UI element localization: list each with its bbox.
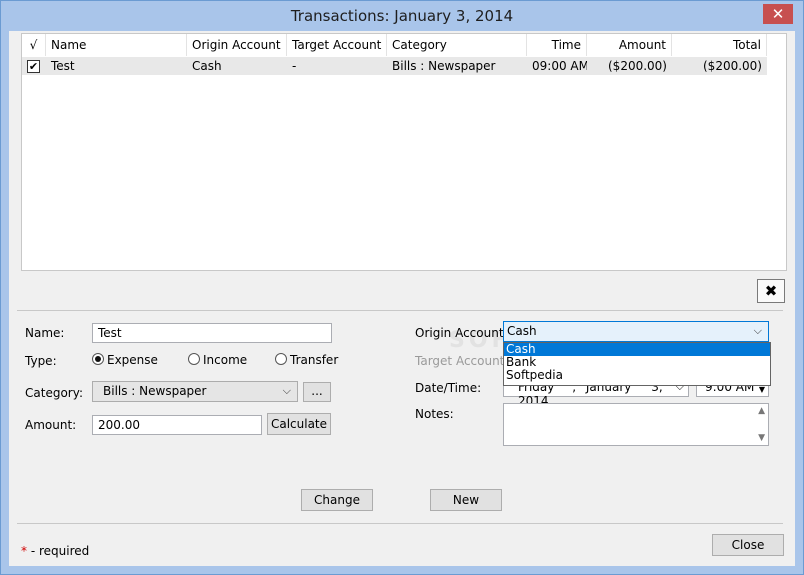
calculate-button[interactable]: Calculate <box>267 413 331 435</box>
notes-textarea[interactable]: ▲ ▼ <box>503 403 769 446</box>
income-radio[interactable] <box>188 353 200 365</box>
name-label: Name: <box>25 326 65 340</box>
amount-label: Amount: <box>25 418 77 432</box>
row-time: 09:00 AM <box>532 59 587 73</box>
income-label: Income <box>203 353 248 367</box>
col-amount-header[interactable]: Amount <box>587 34 672 56</box>
window-close-button[interactable]: ✕ <box>763 4 793 24</box>
category-select[interactable]: Bills : Newspaper ⌵ <box>92 381 298 402</box>
transactions-grid[interactable]: √ Name Origin Account Target Account Cat… <box>21 33 787 271</box>
scroll-down-icon[interactable]: ▼ <box>758 433 765 443</box>
dropdown-option-cash[interactable]: Cash <box>504 343 770 356</box>
row-total: ($200.00) <box>703 59 762 73</box>
category-label: Category: <box>25 386 83 400</box>
amount-input[interactable]: 200.00 <box>92 415 262 435</box>
expense-label: Expense <box>107 353 158 367</box>
datetime-label: Date/Time: <box>415 381 482 395</box>
table-row[interactable]: ✔ Test Cash - Bills : Newspaper 09:00 AM… <box>22 57 767 75</box>
divider <box>17 310 783 311</box>
grid-header: √ Name Origin Account Target Account Cat… <box>22 34 786 56</box>
required-note: * - required <box>21 544 89 558</box>
row-checkbox[interactable]: ✔ <box>27 60 40 73</box>
origin-account-value: Cash <box>507 324 537 338</box>
name-input[interactable]: Test <box>92 323 332 343</box>
category-value: Bills : Newspaper <box>103 384 207 398</box>
chevron-down-icon: ⌵ <box>282 384 291 397</box>
row-category: Bills : Newspaper <box>392 59 496 73</box>
col-total-header[interactable]: Total <box>672 34 767 56</box>
row-amount: ($200.00) <box>608 59 667 73</box>
col-time-header[interactable]: Time <box>527 34 587 56</box>
client-area: √ Name Origin Account Target Account Cat… <box>9 31 795 566</box>
target-account-label: Target Account: <box>415 354 509 368</box>
col-category-header[interactable]: Category <box>387 34 527 56</box>
new-button[interactable]: New <box>430 489 502 511</box>
delete-transaction-button[interactable]: ✖ <box>757 279 785 303</box>
transfer-radio[interactable] <box>275 353 287 365</box>
divider <box>17 523 783 524</box>
notes-label: Notes: <box>415 407 454 421</box>
dropdown-option-softpedia[interactable]: Softpedia <box>504 369 770 382</box>
title-bar: Transactions: January 3, 2014 ✕ <box>1 1 803 31</box>
category-browse-button[interactable]: ... <box>303 382 331 402</box>
required-text: - required <box>27 544 90 558</box>
transfer-label: Transfer <box>290 353 339 367</box>
type-label: Type: <box>25 354 57 368</box>
row-name: Test <box>51 59 75 73</box>
col-check-header[interactable]: √ <box>22 34 46 56</box>
origin-account-dropdown[interactable]: Cash Bank Softpedia <box>503 342 771 386</box>
expense-radio[interactable] <box>92 353 104 365</box>
origin-account-select[interactable]: Cash ⌵ <box>503 321 769 342</box>
close-button[interactable]: Close <box>712 534 784 556</box>
col-target-header[interactable]: Target Account <box>287 34 387 56</box>
scroll-up-icon[interactable]: ▲ <box>758 406 765 416</box>
col-origin-header[interactable]: Origin Account <box>187 34 287 56</box>
window-title: Transactions: January 3, 2014 <box>290 7 514 25</box>
change-button[interactable]: Change <box>301 489 373 511</box>
row-target: - <box>292 59 297 73</box>
origin-account-label: Origin Account: <box>415 326 508 340</box>
row-origin: Cash <box>192 59 222 73</box>
col-name-header[interactable]: Name <box>46 34 187 56</box>
chevron-down-icon: ⌵ <box>753 324 762 337</box>
transactions-window: Transactions: January 3, 2014 ✕ √ Name O… <box>0 0 804 575</box>
